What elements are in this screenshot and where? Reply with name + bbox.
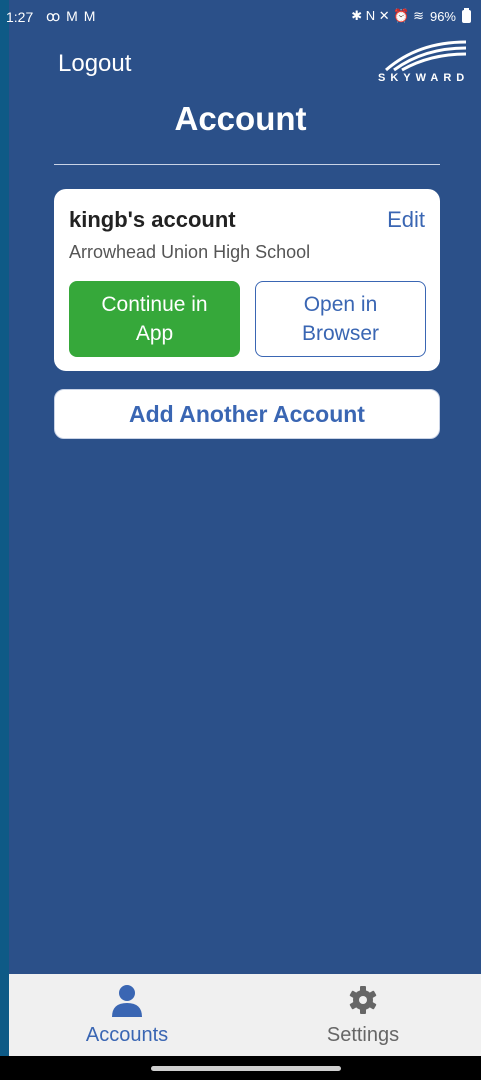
skyward-logo: SKYWARD [378,40,468,84]
home-gesture-handle[interactable] [151,1066,341,1071]
person-icon [9,983,245,1017]
status-right-group: ✱ N ✕ ⏰ ≋ 96% [351,7,471,24]
status-bar: 1:27 ꝏ M M ✱ N ✕ ⏰ ≋ 96% [0,0,481,34]
bottom-tab-bar: Accounts Settings [9,974,481,1056]
gear-icon [245,983,481,1017]
open-in-browser-button[interactable]: Open in Browser [255,281,426,357]
account-card: kingb's account Edit Arrowhead Union Hig… [54,189,440,371]
school-name: Arrowhead Union High School [69,242,311,262]
tab-accounts[interactable]: Accounts [9,974,245,1056]
add-another-account-button[interactable]: Add Another Account [54,389,440,439]
battery-icon [462,7,471,23]
header-divider [54,164,440,165]
edit-account-button[interactable]: Edit [387,207,425,233]
status-time: 1:27 [6,9,34,25]
tab-settings-label: Settings [326,1024,400,1046]
account-name: kingb's account [69,207,236,232]
battery-percent: 96% [429,8,456,24]
continue-in-app-label: Continue in App [101,293,208,345]
logout-button[interactable]: Logout [58,50,131,78]
system-status-icons: ✱ N ✕ ⏰ ≋ [351,8,424,23]
continue-in-app-button[interactable]: Continue in App [69,281,240,357]
logo-text: SKYWARD [378,72,470,84]
tab-accounts-label: Accounts [85,1024,169,1046]
tab-settings[interactable]: Settings [245,974,481,1056]
open-in-browser-label: Open in Browser [301,293,380,345]
system-nav-bar [0,1056,481,1080]
screen-edge-strip [0,0,9,1080]
notification-icons: ꝏ M M [46,8,97,24]
skyward-swoosh-icon [385,40,467,72]
page-title: Account [174,100,307,137]
